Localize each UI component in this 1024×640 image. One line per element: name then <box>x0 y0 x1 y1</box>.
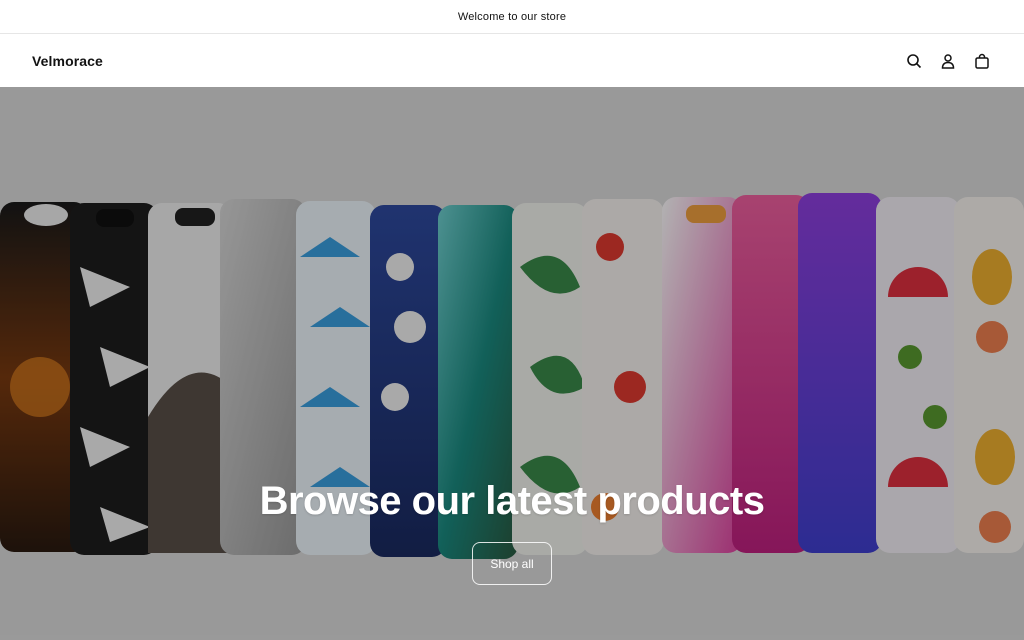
header-icons <box>904 51 992 71</box>
site-header: Velmorace <box>0 34 1024 87</box>
hero-content: Browse our latest products Shop all <box>0 479 1024 585</box>
cart-icon[interactable] <box>972 51 992 71</box>
shop-all-button[interactable]: Shop all <box>472 542 552 585</box>
hero-title: Browse our latest products <box>259 479 765 523</box>
announcement-bar: Welcome to our store <box>0 0 1024 34</box>
store-logo[interactable]: Velmorace <box>32 53 103 69</box>
search-icon[interactable] <box>904 51 924 71</box>
hero-banner: Browse our latest products Shop all <box>0 87 1024 640</box>
account-icon[interactable] <box>938 51 958 71</box>
announcement-text: Welcome to our store <box>457 10 567 23</box>
